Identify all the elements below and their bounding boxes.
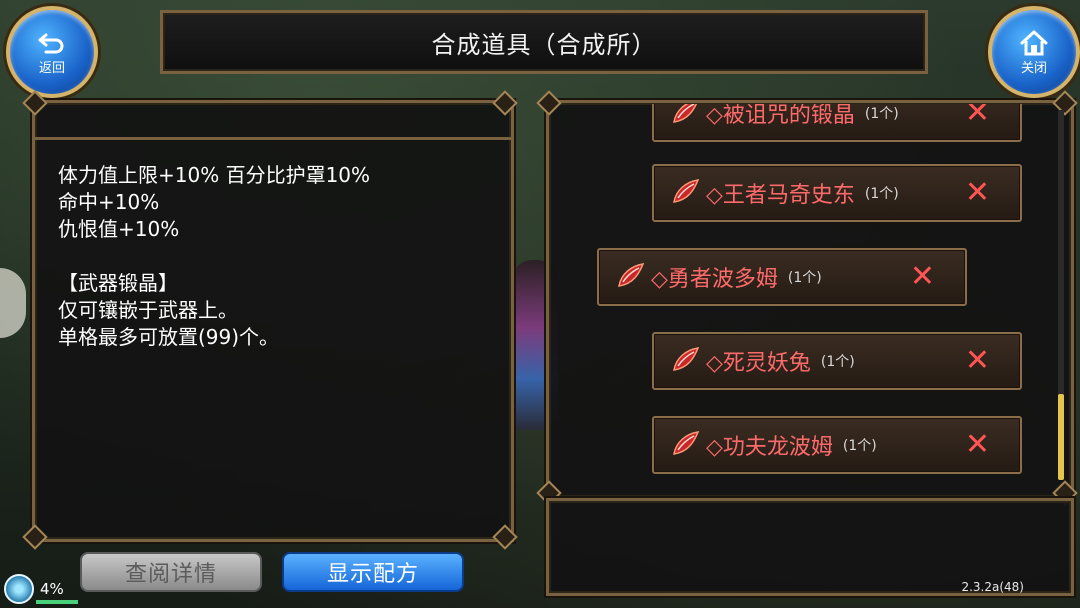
list-item[interactable]: ◇功夫龙波姆 (1个) ✕	[652, 416, 1022, 474]
status-percent: 4%	[40, 580, 64, 598]
remove-icon[interactable]: ✕	[965, 178, 990, 208]
item-count: (1个)	[864, 186, 899, 202]
remove-icon[interactable]: ✕	[965, 104, 990, 128]
item-name: ◇王者马奇史东	[706, 183, 855, 208]
panel-divider	[35, 137, 511, 140]
show-recipe-button[interactable]: 显示配方	[282, 552, 464, 592]
remove-icon[interactable]: ✕	[910, 262, 935, 292]
remove-icon[interactable]: ✕	[965, 430, 990, 460]
list-item[interactable]: ◇被诅咒的锻晶 (1个) ✕	[652, 104, 1022, 142]
item-name: ◇死灵妖兔	[706, 351, 811, 376]
close-button[interactable]: 关闭	[988, 6, 1080, 98]
item-effect-description: 体力值上限+10% 百分比护罩10% 命中+10% 仇恨值+10% 【武器锻晶】…	[58, 163, 371, 349]
crystal-icon	[618, 263, 645, 287]
scrollbar-thumb[interactable]	[1058, 394, 1064, 480]
item-list-viewport[interactable]: ◇被诅咒的锻晶 (1个) ✕ ◇王者马奇史东 (1个) ✕ ◇勇者波多姆 (1个…	[550, 104, 1050, 494]
close-label: 关闭	[1020, 60, 1047, 76]
status-progress-bar	[36, 600, 78, 604]
item-name: ◇功夫龙波姆	[706, 435, 833, 460]
item-name: ◇勇者波多姆	[651, 267, 778, 292]
item-count: (1个)	[842, 438, 877, 454]
back-label: 返回	[38, 60, 65, 76]
remove-icon[interactable]: ✕	[965, 346, 990, 376]
crystal-icon	[673, 104, 698, 123]
show-recipe-label: 显示配方	[326, 562, 419, 587]
crystal-icon	[673, 179, 700, 203]
window-title-bar: 合成道具（合成所）	[160, 10, 928, 74]
version-label: 2.3.2a(48)	[961, 580, 1024, 594]
return-arrow-icon	[38, 33, 64, 53]
item-count: (1个)	[787, 270, 822, 286]
item-name: ◇被诅咒的锻晶	[706, 104, 855, 128]
list-item[interactable]: ◇死灵妖兔 (1个) ✕	[652, 332, 1022, 390]
list-item-selected[interactable]: ◇勇者波多姆 (1个) ✕	[597, 248, 967, 306]
view-details-label: 查阅详情	[124, 562, 217, 587]
status-ring-icon	[4, 574, 34, 604]
view-details-button[interactable]: 查阅详情	[80, 552, 262, 592]
back-button[interactable]: 返回	[6, 6, 98, 98]
item-count: (1个)	[820, 354, 855, 370]
crystal-icon	[673, 431, 700, 455]
item-count: (1个)	[864, 106, 899, 122]
window-title: 合成道具（合成所）	[431, 30, 657, 59]
list-item[interactable]: ◇王者马奇史东 (1个) ✕	[652, 164, 1022, 222]
home-icon	[1020, 30, 1048, 55]
crystal-icon	[673, 347, 700, 371]
